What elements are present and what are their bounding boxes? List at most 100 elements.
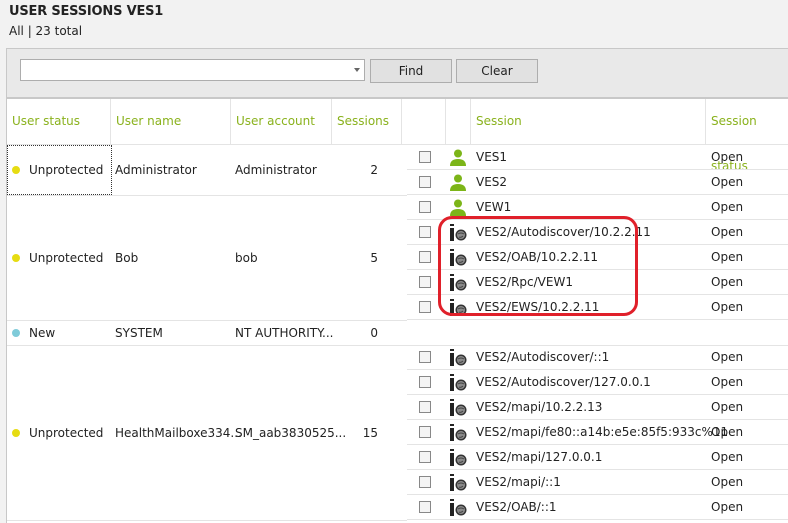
session-checkbox[interactable] bbox=[419, 501, 431, 513]
session-status: Open bbox=[711, 350, 744, 364]
user-account-cell-text: NT AUTHORITY... bbox=[235, 325, 334, 340]
search-combobox[interactable] bbox=[20, 59, 365, 81]
session-status: Open bbox=[711, 300, 744, 314]
clear-button[interactable]: Clear bbox=[456, 59, 538, 83]
session-row[interactable]: VES2/mapi/127.0.0.1 Open bbox=[407, 445, 788, 470]
session-name: VES2/OAB/::1 bbox=[476, 500, 557, 514]
chevron-down-icon[interactable] bbox=[354, 68, 360, 72]
user-account-cell-text: bob bbox=[235, 250, 258, 265]
session-checkbox[interactable] bbox=[419, 476, 431, 488]
session-row[interactable]: VES2/mapi/10.2.2.13 Open bbox=[407, 395, 788, 420]
session-row[interactable]: VES2/OAB/::1 Open bbox=[407, 495, 788, 520]
session-checkbox[interactable] bbox=[419, 226, 431, 238]
user-name-cell[interactable]: SYSTEM bbox=[115, 320, 233, 345]
session-row[interactable]: VES2/Rpc/VEW1 Open bbox=[407, 270, 788, 295]
column-header-sessions[interactable]: Sessions bbox=[332, 99, 402, 144]
user-account-cell[interactable]: NT AUTHORITY... bbox=[235, 320, 335, 345]
session-row[interactable]: VES2/EWS/10.2.2.11 Open bbox=[407, 295, 788, 320]
user-status-cell-text: New bbox=[29, 325, 56, 340]
page-title: USER SESSIONS VES1 bbox=[9, 4, 164, 19]
session-row[interactable]: VES2/mapi/fe80::a14b:e5e:85f5:933c%11 Ope… bbox=[407, 420, 788, 445]
column-header-session[interactable]: Session bbox=[471, 99, 706, 144]
user-name-cell[interactable]: HealthMailboxe334... bbox=[115, 345, 242, 520]
user-icon bbox=[450, 199, 466, 216]
session-name: VES2/OAB/10.2.2.11 bbox=[476, 250, 599, 264]
sessions-count-cell[interactable]: 15 bbox=[332, 345, 378, 520]
session-name: VES2/mapi/10.2.2.13 bbox=[476, 400, 603, 414]
session-checkbox[interactable] bbox=[419, 251, 431, 263]
web-service-icon bbox=[450, 274, 467, 291]
user-status-cell[interactable]: Unprotected bbox=[7, 345, 111, 520]
session-row[interactable]: VES2 Open bbox=[407, 170, 788, 195]
user-account-cell[interactable]: Administrator bbox=[235, 145, 335, 195]
user-status-cell-text: Unprotected bbox=[29, 425, 104, 440]
web-service-icon bbox=[450, 249, 467, 266]
session-row[interactable]: VEW1 Open bbox=[407, 195, 788, 220]
user-status-cell[interactable]: Unprotected bbox=[7, 195, 111, 320]
session-name: VES1 bbox=[476, 150, 508, 164]
session-checkbox[interactable] bbox=[419, 151, 431, 163]
session-name: VES2/Autodiscover/10.2.2.11 bbox=[476, 225, 651, 239]
session-status: Open bbox=[711, 450, 744, 464]
web-service-icon bbox=[450, 449, 467, 466]
user-name-cell-text: SYSTEM bbox=[115, 325, 163, 340]
session-name: VES2/Autodiscover/127.0.0.1 bbox=[476, 375, 651, 389]
session-status: Open bbox=[711, 475, 744, 489]
session-name: VES2 bbox=[476, 175, 508, 189]
user-icon bbox=[450, 174, 466, 191]
sessions-count-cell[interactable]: 2 bbox=[332, 145, 378, 195]
session-checkbox[interactable] bbox=[419, 276, 431, 288]
session-row[interactable]: VES2/Autodiscover/10.2.2.11 Open bbox=[407, 220, 788, 245]
session-checkbox[interactable] bbox=[419, 426, 431, 438]
user-name-cell-text: HealthMailboxe334... bbox=[115, 425, 242, 440]
session-name: VEW1 bbox=[476, 200, 512, 214]
session-status: Open bbox=[711, 225, 744, 239]
session-status: Open bbox=[711, 500, 744, 514]
session-checkbox[interactable] bbox=[419, 301, 431, 313]
user-account-cell-text: Administrator bbox=[235, 163, 317, 177]
session-status: Open bbox=[711, 400, 744, 414]
column-header-session-status[interactable]: Session status bbox=[706, 99, 788, 173]
session-checkbox[interactable] bbox=[419, 401, 431, 413]
column-header-user-status[interactable]: User status bbox=[7, 99, 111, 144]
session-status: Open bbox=[711, 375, 744, 389]
session-status: Open bbox=[711, 200, 744, 214]
column-header-user-account[interactable]: User account bbox=[231, 99, 332, 144]
search-toolbar: Find Clear bbox=[6, 48, 788, 97]
column-header-user-name[interactable]: User name bbox=[111, 99, 231, 144]
user-name-cell[interactable]: Bob bbox=[115, 195, 233, 320]
session-row[interactable]: VES2/OAB/10.2.2.11 Open bbox=[407, 245, 788, 270]
user-name-cell-text: Bob bbox=[115, 250, 139, 265]
web-service-icon bbox=[450, 399, 467, 416]
user-status-cell-text: Unprotected bbox=[29, 250, 104, 265]
session-checkbox[interactable] bbox=[419, 351, 431, 363]
session-row[interactable]: VES1 Open bbox=[407, 145, 788, 170]
session-checkbox[interactable] bbox=[419, 201, 431, 213]
session-checkbox[interactable] bbox=[419, 176, 431, 188]
user-status-cell[interactable]: New bbox=[7, 320, 111, 345]
user-name-cell-text: Administrator bbox=[115, 163, 197, 177]
user-account-cell-text: SM_aab3830525... bbox=[235, 425, 347, 440]
session-checkbox[interactable] bbox=[419, 451, 431, 463]
session-row[interactable]: VES2/mapi/::1 Open bbox=[407, 470, 788, 495]
sessions-count-cell-text: 15 bbox=[362, 425, 378, 440]
status-dot-icon bbox=[12, 328, 20, 337]
find-button[interactable]: Find bbox=[370, 59, 452, 83]
sessions-count-cell[interactable]: 0 bbox=[332, 320, 378, 345]
user-name-cell[interactable]: Administrator bbox=[115, 145, 233, 195]
session-status: Open bbox=[711, 275, 744, 289]
user-account-cell[interactable]: bob bbox=[235, 195, 335, 320]
column-header-icon[interactable] bbox=[446, 99, 471, 144]
user-account-cell[interactable]: SM_aab3830525... bbox=[235, 345, 346, 520]
status-dot-icon bbox=[12, 428, 20, 437]
session-row[interactable]: VES2/Autodiscover/::1 Open bbox=[407, 345, 788, 370]
sessions-count-cell-text: 0 bbox=[370, 325, 378, 340]
web-service-icon bbox=[450, 299, 467, 316]
column-header-check[interactable] bbox=[402, 99, 446, 144]
session-checkbox[interactable] bbox=[419, 376, 431, 388]
web-service-icon bbox=[450, 224, 467, 241]
session-row[interactable]: VES2/Autodiscover/127.0.0.1 Open bbox=[407, 370, 788, 395]
status-dot-icon bbox=[12, 253, 20, 262]
sessions-count-cell[interactable]: 5 bbox=[332, 195, 378, 320]
session-name: VES2/Autodiscover/::1 bbox=[476, 350, 610, 364]
